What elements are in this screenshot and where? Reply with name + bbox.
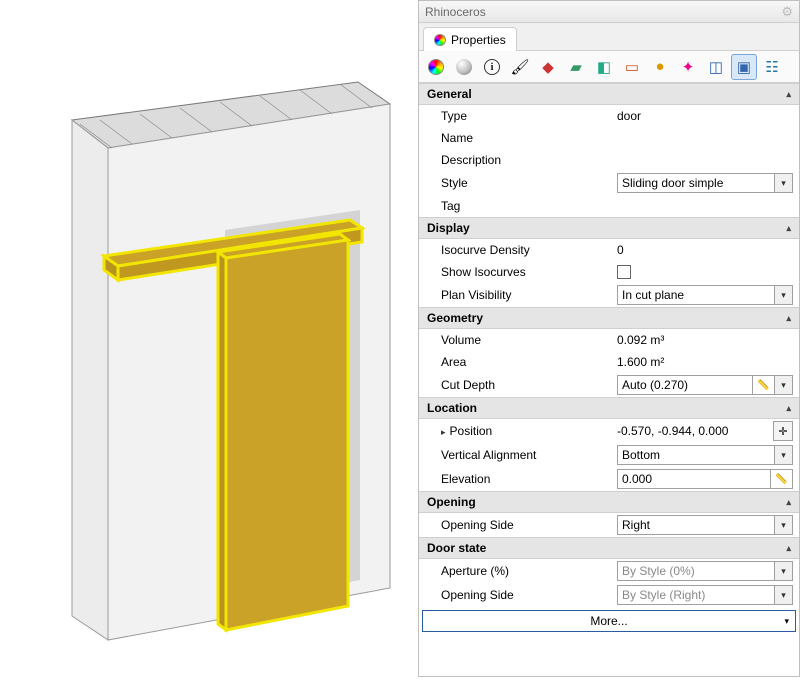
label-area: Area	[441, 355, 611, 369]
ruler-icon[interactable]: 📏	[752, 376, 774, 394]
section-display-header[interactable]: Display▴	[419, 217, 799, 239]
label-aperture: Aperture (%)	[441, 564, 611, 578]
collapse-icon: ▴	[786, 89, 791, 100]
visualarq-icon[interactable]: ▣	[731, 54, 757, 80]
chevron-down-icon: ▾	[774, 286, 792, 304]
checkbox-show-isocurves[interactable]	[617, 265, 631, 279]
label-description: Description	[441, 153, 611, 167]
label-style: Style	[441, 176, 611, 190]
elevation-input[interactable]: 0.000 📏	[617, 469, 793, 489]
value-type: door	[617, 109, 793, 123]
element-icon[interactable]: ●	[647, 54, 673, 80]
collapse-icon: ▴	[786, 403, 791, 414]
style-dropdown[interactable]: Sliding door simple ▾	[617, 173, 793, 193]
chevron-down-icon: ▾	[784, 616, 789, 627]
properties-toolbar: i 🖌 ◆ ▰ ◧ ▭ ● ✦ ◫ ▣ ☷	[419, 51, 799, 83]
section-opening-header[interactable]: Opening▴	[419, 491, 799, 513]
aperture-dropdown[interactable]: By Style (0%) ▾	[617, 561, 793, 581]
panel-title: Rhinoceros	[425, 5, 486, 19]
texture-mapping-icon[interactable]: 🖌	[507, 54, 533, 80]
window-icon[interactable]: ▭	[619, 54, 645, 80]
tab-label: Properties	[451, 33, 506, 47]
pick-point-button[interactable]: ✛	[773, 421, 793, 441]
label-opening-side: Opening Side	[441, 518, 611, 532]
chevron-down-icon: ▾	[774, 446, 792, 464]
object-properties-icon[interactable]	[423, 54, 449, 80]
chevron-down-icon: ▾	[774, 562, 792, 580]
more-button[interactable]: More... ▾	[422, 610, 796, 632]
chevron-down-icon: ▾	[774, 516, 792, 534]
cut-depth-dropdown[interactable]: Auto (0.270) 📏 ▾	[617, 375, 793, 395]
render-icon[interactable]: ▰	[563, 54, 589, 80]
label-plan-visibility: Plan Visibility	[441, 288, 611, 302]
label-doorstate-opening-side: Opening Side	[441, 588, 611, 602]
tab-row: Properties	[419, 23, 799, 51]
properties-icon	[434, 34, 446, 46]
section-general-header[interactable]: General▴	[419, 83, 799, 105]
label-name: Name	[441, 131, 611, 145]
layers-icon[interactable]: ☷	[759, 54, 785, 80]
collapse-icon: ▴	[786, 497, 791, 508]
ruler-icon[interactable]: 📏	[770, 470, 792, 488]
tab-properties[interactable]: Properties	[423, 27, 517, 51]
chevron-down-icon: ▾	[774, 586, 792, 604]
decals-icon[interactable]: ◆	[535, 54, 561, 80]
value-position[interactable]: -0.570, -0.944, 0.000	[617, 424, 769, 438]
viewport-3d[interactable]	[0, 0, 418, 677]
label-tag: Tag	[441, 199, 611, 213]
doorstate-opening-side-dropdown[interactable]: By Style (Right) ▾	[617, 585, 793, 605]
value-area: 1.600 m²	[617, 355, 793, 369]
opening-side-dropdown[interactable]: Right ▾	[617, 515, 793, 535]
properties-panel: Rhinoceros ⚙ Properties i 🖌 ◆ ▰ ◧ ▭ ● ✦ …	[418, 0, 800, 677]
properties-scroll[interactable]: General▴ Type door Name Description Styl…	[419, 83, 799, 676]
chevron-down-icon: ▾	[774, 376, 792, 394]
section-door-state-header[interactable]: Door state▴	[419, 537, 799, 559]
info-icon[interactable]: i	[479, 54, 505, 80]
collapse-icon: ▴	[786, 543, 791, 554]
vertical-alignment-dropdown[interactable]: Bottom ▾	[617, 445, 793, 465]
expand-icon[interactable]: ▸	[441, 427, 446, 437]
label-volume: Volume	[441, 333, 611, 347]
section-icon[interactable]: ◫	[703, 54, 729, 80]
label-elevation: Elevation	[441, 472, 611, 486]
chevron-down-icon: ▾	[774, 174, 792, 192]
plan-visibility-dropdown[interactable]: In cut plane ▾	[617, 285, 793, 305]
collapse-icon: ▴	[786, 313, 791, 324]
label-cut-depth: Cut Depth	[441, 378, 611, 392]
collapse-icon: ▴	[786, 223, 791, 234]
label-type: Type	[441, 109, 611, 123]
label-vertical-alignment: Vertical Alignment	[441, 448, 611, 462]
gear-icon[interactable]: ⚙	[781, 4, 793, 20]
panel-titlebar[interactable]: Rhinoceros ⚙	[419, 1, 799, 23]
sun-icon[interactable]: ✦	[675, 54, 701, 80]
value-volume: 0.092 m³	[617, 333, 793, 347]
value-isocurve-density[interactable]: 0	[617, 243, 793, 257]
section-geometry-header[interactable]: Geometry▴	[419, 307, 799, 329]
label-position: ▸Position	[441, 424, 611, 438]
section-location-header[interactable]: Location▴	[419, 397, 799, 419]
label-isocurve-density: Isocurve Density	[441, 243, 611, 257]
door-icon[interactable]: ◧	[591, 54, 617, 80]
label-show-isocurves: Show Isocurves	[441, 265, 611, 279]
material-icon[interactable]	[451, 54, 477, 80]
